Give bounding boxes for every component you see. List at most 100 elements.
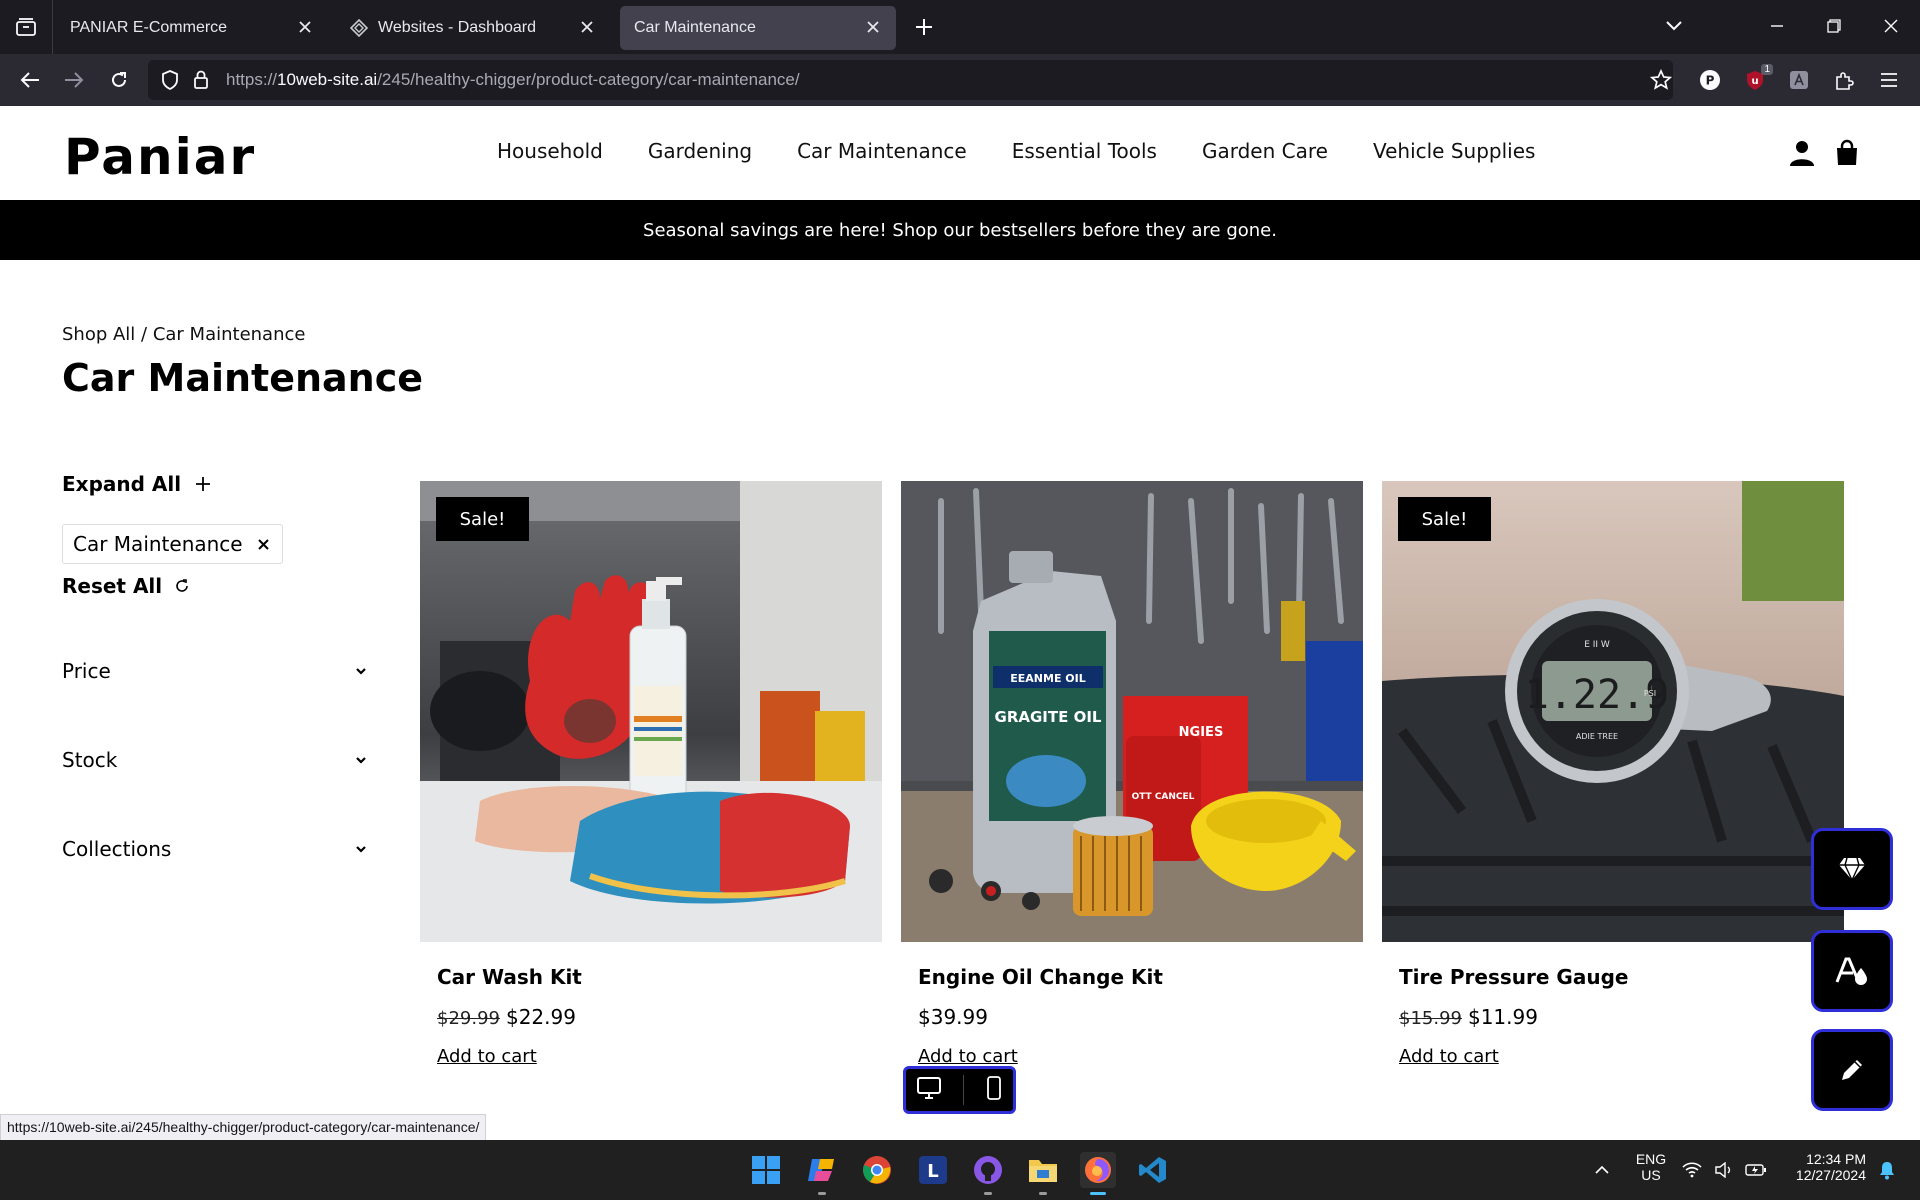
clock-date: 12/27/2024 bbox=[1795, 1167, 1866, 1183]
shield-icon[interactable] bbox=[160, 69, 180, 95]
tab-websites-dashboard[interactable]: Websites - Dashboard bbox=[336, 6, 610, 50]
nav-link-essential-tools[interactable]: Essential Tools bbox=[1012, 139, 1157, 163]
nav-link-gardening[interactable]: Gardening bbox=[648, 139, 752, 163]
url-host: 10web-site.ai bbox=[277, 70, 378, 89]
tray-chevron-up-icon[interactable] bbox=[1584, 1152, 1620, 1188]
url-text[interactable]: https://10web-site.ai/245/healthy-chigge… bbox=[226, 70, 800, 90]
tab-car-maintenance[interactable]: Car Maintenance bbox=[620, 6, 896, 50]
minimize-icon[interactable] bbox=[1765, 14, 1789, 38]
close-tab-icon[interactable] bbox=[296, 18, 314, 36]
browser-tab-bar: PANIAR E-Commerce Websites - Dashboard C… bbox=[0, 0, 1920, 54]
input-language[interactable]: ENG US bbox=[1628, 1151, 1674, 1183]
battery-icon[interactable] bbox=[1744, 1152, 1768, 1188]
back-arrow-icon[interactable] bbox=[18, 68, 42, 92]
mobile-view-icon[interactable] bbox=[985, 1075, 1003, 1105]
tab-overflow-chevron-icon[interactable] bbox=[1662, 14, 1686, 38]
product-image-tire-pressure-gauge[interactable]: 1.22.9 PSI E II W ADIE TREE Sale! bbox=[1382, 481, 1844, 942]
tab-title: PANIAR E-Commerce bbox=[70, 19, 228, 36]
close-tab-icon[interactable] bbox=[578, 18, 596, 36]
diamond-favicon-icon bbox=[350, 19, 368, 37]
product-price: $39.99 bbox=[918, 1005, 988, 1029]
edit-tool-button[interactable] bbox=[1811, 1029, 1893, 1111]
reset-all-button[interactable]: Reset All bbox=[62, 574, 190, 598]
facet-collections[interactable]: Collections bbox=[62, 834, 372, 864]
nav-link-garden-care[interactable]: Garden Care bbox=[1202, 139, 1328, 163]
forward-arrow-icon[interactable] bbox=[62, 68, 86, 92]
main-navigation: Household Gardening Car Maintenance Esse… bbox=[497, 139, 1580, 163]
diamond-tool-button[interactable] bbox=[1811, 828, 1893, 910]
svg-text:L: L bbox=[927, 1161, 938, 1182]
browser-nav-bar: https://10web-site.ai/245/healthy-chigge… bbox=[0, 54, 1920, 106]
github-icon[interactable] bbox=[970, 1152, 1006, 1195]
ublock-extension-icon[interactable]: u 1 bbox=[1743, 64, 1773, 92]
bookmark-star-icon[interactable] bbox=[1649, 68, 1673, 92]
chevron-down-icon bbox=[356, 668, 366, 675]
tab-list-icon[interactable] bbox=[0, 0, 53, 54]
expand-all-label: Expand All bbox=[62, 472, 182, 496]
product-name[interactable]: Tire Pressure Gauge bbox=[1399, 965, 1628, 989]
active-filter-chip[interactable]: Car Maintenance bbox=[62, 524, 283, 564]
add-to-cart-button[interactable]: Add to cart bbox=[918, 1046, 1018, 1067]
lock-icon[interactable] bbox=[192, 69, 210, 95]
diamond-icon bbox=[1839, 857, 1865, 882]
toggle-divider bbox=[962, 1075, 964, 1105]
shopping-bag-icon[interactable] bbox=[1834, 139, 1862, 167]
volume-icon[interactable] bbox=[1712, 1152, 1736, 1188]
style-tool-button[interactable] bbox=[1811, 930, 1893, 1012]
oil-name-text: GRAGITE OIL bbox=[995, 708, 1102, 726]
user-icon[interactable] bbox=[1788, 139, 1816, 167]
reset-all-label: Reset All bbox=[62, 574, 163, 598]
new-tab-plus-icon[interactable] bbox=[912, 15, 936, 39]
wifi-icon[interactable] bbox=[1680, 1152, 1704, 1188]
nav-link-vehicle-supplies[interactable]: Vehicle Supplies bbox=[1373, 139, 1535, 163]
clock[interactable]: 12:34 PM 12/27/2024 bbox=[1782, 1151, 1866, 1183]
plus-icon bbox=[196, 477, 211, 491]
remove-filter-icon[interactable] bbox=[257, 538, 270, 551]
tab-title: Websites - Dashboard bbox=[378, 19, 536, 36]
profile-p-extension-icon[interactable]: P bbox=[1698, 68, 1722, 92]
sale-price: $22.99 bbox=[505, 1005, 576, 1029]
product-name[interactable]: Car Wash Kit bbox=[437, 965, 582, 989]
product-image-car-wash-kit[interactable]: Sale! bbox=[420, 481, 882, 942]
address-bar[interactable]: https://10web-site.ai/245/healthy-chigge… bbox=[148, 60, 1673, 100]
nav-link-car-maintenance[interactable]: Car Maintenance bbox=[797, 139, 967, 163]
facet-price[interactable]: Price bbox=[62, 656, 372, 686]
close-window-icon[interactable] bbox=[1879, 14, 1903, 38]
promo-banner: Seasonal savings are here! Shop our best… bbox=[0, 200, 1920, 260]
translate-extension-icon[interactable] bbox=[1787, 68, 1811, 92]
windows-start-icon[interactable] bbox=[748, 1152, 784, 1188]
clock-time: 12:34 PM bbox=[1806, 1151, 1866, 1167]
site-logo[interactable]: Paniar bbox=[64, 128, 256, 186]
product-name[interactable]: Engine Oil Change Kit bbox=[918, 965, 1163, 989]
notification-bell-icon[interactable] bbox=[1872, 1152, 1902, 1188]
l-app-icon[interactable]: L bbox=[915, 1152, 951, 1188]
product-image-engine-oil-change-kit[interactable]: EEANME OIL GRAGITE OIL NGIES OTT CANCEL bbox=[901, 481, 1363, 942]
add-to-cart-button[interactable]: Add to cart bbox=[437, 1046, 537, 1067]
running-indicator bbox=[984, 1192, 992, 1195]
chrome-icon[interactable] bbox=[859, 1152, 895, 1188]
hamburger-menu-icon[interactable] bbox=[1877, 68, 1901, 92]
filter-text: OTT CANCEL bbox=[1132, 792, 1195, 802]
original-price: $29.99 bbox=[437, 1008, 500, 1029]
copilot-icon[interactable] bbox=[804, 1152, 840, 1195]
breadcrumb[interactable]: Shop All / Car Maintenance bbox=[62, 324, 305, 345]
extensions-puzzle-icon[interactable] bbox=[1832, 68, 1856, 92]
expand-all-button[interactable]: Expand All bbox=[62, 472, 211, 496]
product-price: $15.99 $11.99 bbox=[1399, 1005, 1538, 1029]
region-code: US bbox=[1641, 1167, 1661, 1183]
desktop-view-icon[interactable] bbox=[916, 1076, 942, 1104]
vscode-icon[interactable] bbox=[1135, 1152, 1171, 1188]
link-status-bar: https://10web-site.ai/245/healthy-chigge… bbox=[0, 1114, 487, 1142]
nav-link-household[interactable]: Household bbox=[497, 139, 603, 163]
tab-paniar-ecommerce[interactable]: PANIAR E-Commerce bbox=[56, 6, 328, 50]
sale-price: $11.99 bbox=[1467, 1005, 1538, 1029]
reload-icon[interactable] bbox=[107, 68, 131, 92]
restore-icon[interactable] bbox=[1822, 14, 1846, 38]
add-to-cart-button[interactable]: Add to cart bbox=[1399, 1046, 1499, 1067]
file-explorer-icon[interactable] bbox=[1025, 1152, 1061, 1195]
firefox-icon[interactable] bbox=[1080, 1152, 1116, 1195]
language-code: ENG bbox=[1635, 1151, 1667, 1167]
facet-label: Price bbox=[62, 659, 111, 683]
facet-stock[interactable]: Stock bbox=[62, 745, 372, 775]
close-tab-icon[interactable] bbox=[864, 18, 882, 36]
